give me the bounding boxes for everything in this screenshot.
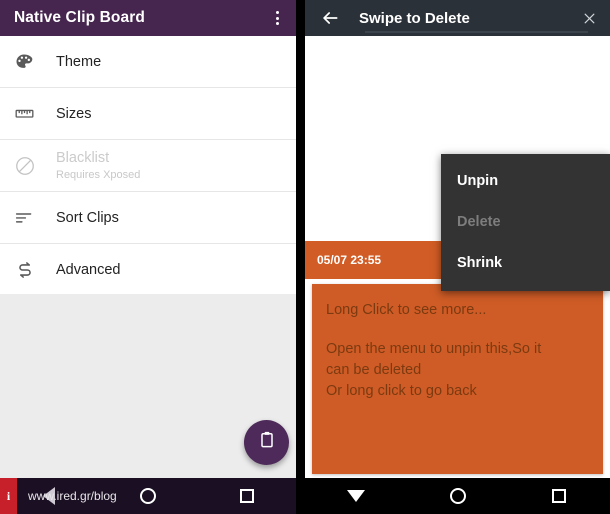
left-phone-screen: Native Clip Board Theme Sizes Blacklist … — [0, 0, 296, 514]
app-bar-underline — [365, 31, 588, 33]
clip-line: can be deleted — [326, 362, 422, 378]
clip-card-body[interactable]: Long Click to see more... Open the menu … — [312, 284, 603, 474]
clipboard-icon — [257, 430, 277, 455]
clip-list-canvas: 05/07 23:55 Long Click to see more... Op… — [305, 36, 610, 478]
list-item-blacklist[interactable]: Blacklist Requires Xposed — [0, 140, 296, 192]
dots-vertical-icon[interactable] — [268, 7, 286, 29]
watermark-badge: i — [0, 478, 17, 514]
list-item-text: Blacklist Requires Xposed — [56, 149, 140, 182]
right-navigation-bar — [305, 478, 610, 514]
list-item-advanced[interactable]: Advanced — [0, 244, 296, 296]
nav-recents-button[interactable] — [508, 489, 610, 503]
clip-line: Or long click to go back — [326, 383, 477, 399]
arrow-left-icon[interactable] — [317, 8, 343, 28]
circle-home-icon — [140, 488, 156, 504]
context-popup-menu: Unpin Delete Shrink — [441, 154, 610, 291]
list-item-text: Theme — [56, 53, 101, 71]
screenshot-root: Native Clip Board Theme Sizes Blacklist … — [0, 0, 610, 514]
nav-back-button[interactable] — [305, 490, 407, 502]
close-x-icon[interactable] — [578, 7, 600, 29]
list-item-subtitle: Requires Xposed — [56, 169, 141, 181]
square-recents-icon — [552, 489, 567, 503]
list-item-sizes[interactable]: Sizes — [0, 88, 296, 140]
list-item-label: Sort Clips — [56, 209, 119, 226]
clip-line: Open the menu to unpin this,So it — [326, 341, 542, 357]
list-item-label: Sizes — [56, 105, 92, 122]
list-item-theme[interactable]: Theme — [0, 36, 296, 88]
nav-recents-button[interactable] — [197, 489, 296, 503]
circle-home-icon — [449, 488, 466, 504]
block-icon — [14, 155, 56, 177]
dark-app-title: Swipe to Delete — [359, 9, 470, 27]
popup-item-unpin[interactable]: Unpin — [441, 160, 610, 201]
triangle-down-icon — [346, 490, 365, 502]
watermark-url: www.ired.gr/blog — [28, 489, 117, 503]
panel-divider — [296, 0, 305, 514]
dark-app-bar: Swipe to Delete — [305, 0, 610, 36]
advanced-icon — [14, 259, 56, 281]
popup-item-delete[interactable]: Delete — [441, 201, 610, 242]
sort-icon — [14, 207, 56, 228]
palette-icon — [14, 52, 56, 72]
list-item-label: Advanced — [56, 262, 121, 278]
nav-home-button[interactable] — [407, 488, 509, 504]
square-recents-icon — [239, 489, 254, 503]
list-item-text: Sizes — [56, 105, 91, 123]
list-item-text: Advanced — [56, 261, 121, 279]
list-item-text: Sort Clips — [56, 209, 119, 227]
popup-item-shrink[interactable]: Shrink — [441, 242, 610, 283]
right-phone-screen: Swipe to Delete 05/07 23:55 Long Click t… — [305, 0, 610, 514]
list-item-label: Blacklist — [56, 150, 110, 166]
watermark: i www.ired.gr/blog — [0, 478, 117, 514]
app-bar: Native Clip Board — [0, 0, 296, 36]
ruler-icon — [14, 103, 56, 124]
clipboard-fab-button[interactable] — [244, 420, 289, 465]
list-item-label: Theme — [56, 53, 102, 70]
list-item-sort-clips[interactable]: Sort Clips — [0, 192, 296, 244]
clip-line: Long Click to see more... — [326, 302, 487, 318]
app-title: Native Clip Board — [14, 9, 145, 26]
settings-list: Theme Sizes Blacklist Requires Xposed So… — [0, 36, 296, 297]
clip-line-gap — [326, 321, 589, 339]
